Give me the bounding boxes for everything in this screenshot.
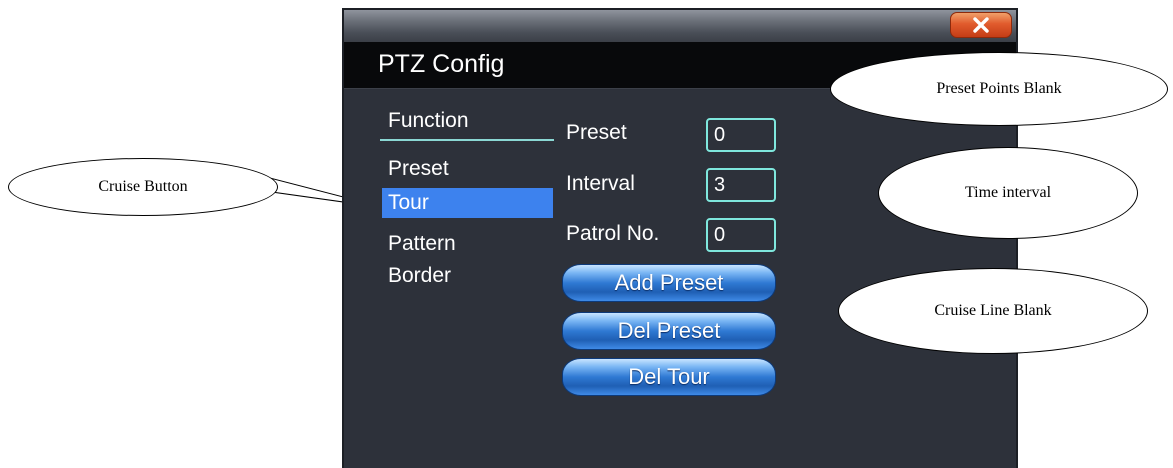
close-icon: [973, 17, 989, 33]
menu-item-pattern[interactable]: Pattern: [380, 229, 550, 259]
title-bar: [344, 10, 1016, 42]
patrol-label: Patrol No.: [566, 222, 660, 245]
add-preset-button[interactable]: Add Preset: [562, 264, 776, 302]
page-title: PTZ Config: [378, 50, 505, 78]
menu-heading-function: Function: [388, 109, 469, 132]
del-preset-button[interactable]: Del Preset: [562, 312, 776, 350]
menu-item-preset[interactable]: Preset: [380, 154, 550, 184]
interval-label: Interval: [566, 172, 635, 195]
callout-time-interval: Time interval: [878, 147, 1138, 239]
patrol-input[interactable]: 0: [706, 218, 776, 252]
callout-preset-points: Preset Points Blank: [830, 52, 1168, 126]
preset-label: Preset: [566, 121, 627, 144]
menu-item-tour[interactable]: Tour: [382, 188, 553, 218]
preset-input[interactable]: 0: [706, 118, 776, 152]
close-button[interactable]: [950, 12, 1012, 38]
callout-cruise-line: Cruise Line Blank: [838, 268, 1148, 354]
del-tour-button[interactable]: Del Tour: [562, 358, 776, 396]
function-underline: [380, 139, 554, 141]
interval-input[interactable]: 3: [706, 168, 776, 202]
menu-item-border[interactable]: Border: [380, 261, 550, 291]
callout-cruise-button: Cruise Button: [8, 158, 278, 216]
